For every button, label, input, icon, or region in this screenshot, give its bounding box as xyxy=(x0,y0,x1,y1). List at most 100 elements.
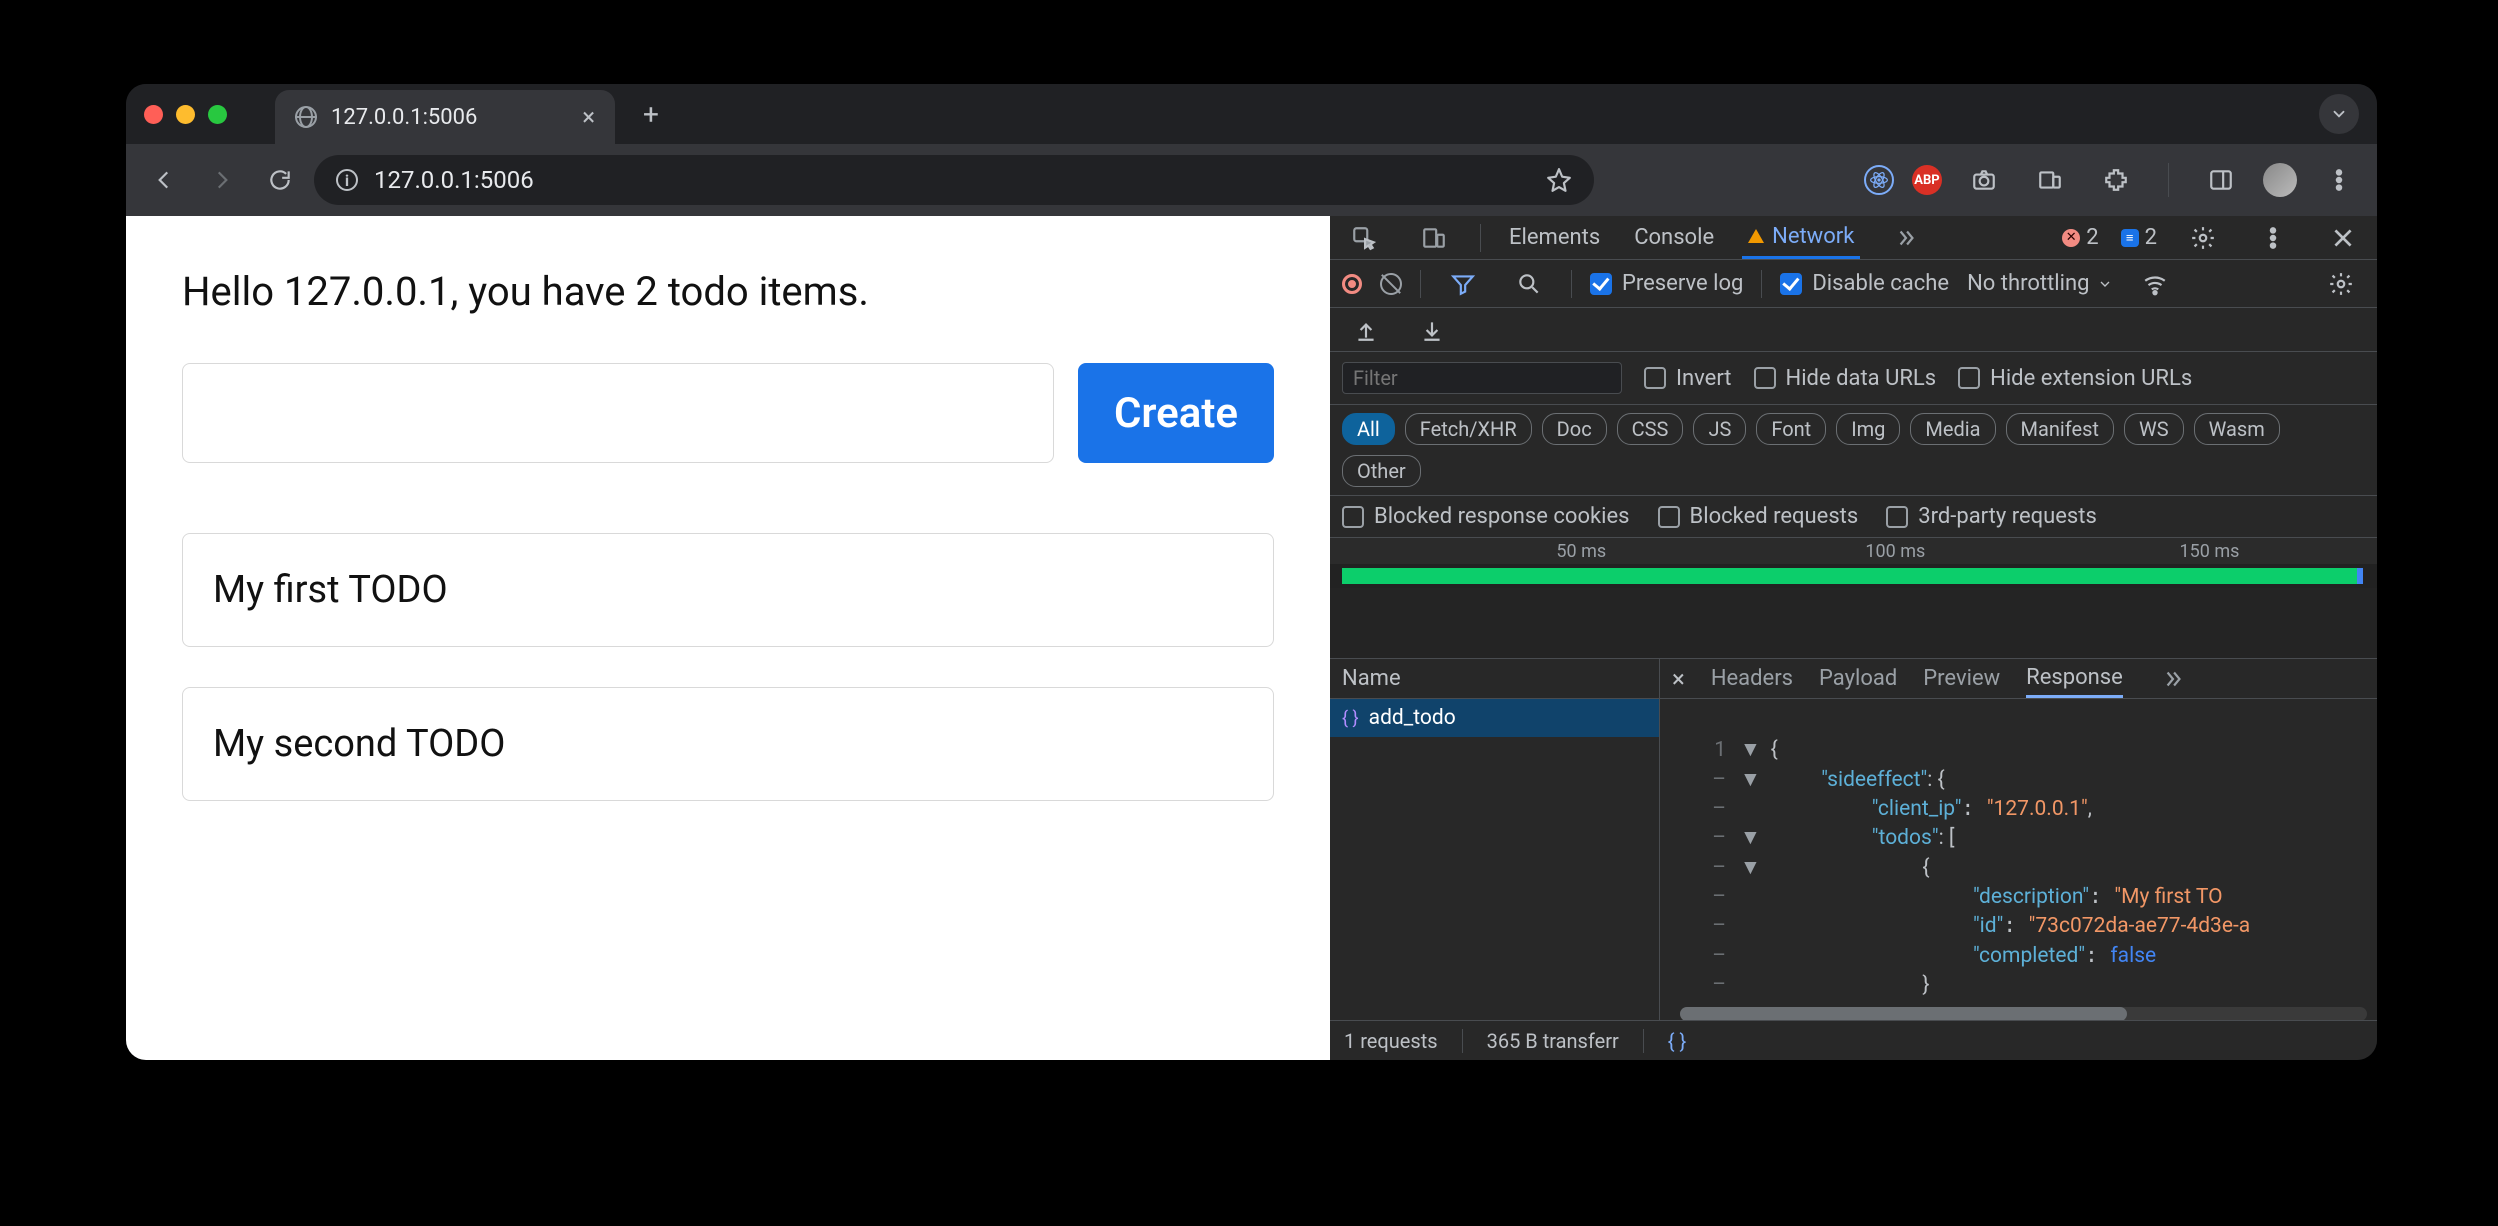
chip-media[interactable]: Media xyxy=(1910,413,1995,445)
response-body[interactable]: 1▼ { –▼ "sideeffect": { – "client_ip": "… xyxy=(1660,699,2377,1020)
tab-title: 127.0.0.1:5006 xyxy=(331,105,477,130)
more-response-tabs-icon[interactable] xyxy=(2149,655,2197,703)
download-har-icon[interactable] xyxy=(1408,306,1456,354)
adblock-icon[interactable]: ABP xyxy=(1912,165,1942,195)
wifi-icon[interactable] xyxy=(2131,260,2179,308)
chrome-menu-button[interactable] xyxy=(2315,156,2363,204)
page-heading: Hello 127.0.0.1, you have 2 todo items. xyxy=(182,268,1274,315)
chip-wasm[interactable]: Wasm xyxy=(2194,413,2280,445)
browser-window: 127.0.0.1:5006 × + i 127.0.0.1:5006 ABP xyxy=(126,84,2377,1060)
forward-button[interactable] xyxy=(198,156,246,204)
timeline-tick: 50 ms xyxy=(1556,541,1606,562)
tab-network[interactable]: Network xyxy=(1742,216,1860,259)
blocked-filter-row: Blocked response cookies Blocked request… xyxy=(1330,496,2377,538)
omnibox[interactable]: i 127.0.0.1:5006 xyxy=(314,155,1594,205)
timeline-tick: 150 ms xyxy=(2180,541,2240,562)
horizontal-scrollbar[interactable] xyxy=(1680,1007,2367,1020)
address-bar: i 127.0.0.1:5006 ABP xyxy=(126,144,2377,216)
request-list: Name { } add_todo xyxy=(1330,659,1660,1020)
minimize-window-button[interactable] xyxy=(176,105,195,124)
disable-cache-checkbox[interactable]: Disable cache xyxy=(1780,271,1949,296)
site-info-icon[interactable]: i xyxy=(336,169,358,191)
network-settings-icon[interactable] xyxy=(2317,260,2365,308)
chip-other[interactable]: Other xyxy=(1342,455,1421,487)
hide-data-urls-checkbox[interactable]: Hide data URLs xyxy=(1754,366,1937,391)
create-todo-form: Create xyxy=(182,363,1274,463)
chip-img[interactable]: Img xyxy=(1836,413,1900,445)
maximize-window-button[interactable] xyxy=(208,105,227,124)
filter-input[interactable] xyxy=(1342,362,1622,394)
response-tabstrip: × Headers Payload Preview Response xyxy=(1660,659,2377,699)
camera-icon[interactable] xyxy=(1960,156,2008,204)
react-devtools-icon[interactable] xyxy=(1864,165,1894,195)
chip-js[interactable]: JS xyxy=(1693,413,1746,445)
chip-manifest[interactable]: Manifest xyxy=(2006,413,2114,445)
tab-console[interactable]: Console xyxy=(1628,216,1720,259)
tab-search-button[interactable] xyxy=(2319,94,2359,134)
close-details-icon[interactable]: × xyxy=(1672,665,1685,693)
devices-icon[interactable] xyxy=(2026,156,2074,204)
close-devtools-icon[interactable] xyxy=(2319,214,2367,262)
extensions-icon[interactable] xyxy=(2092,156,2140,204)
upload-har-icon[interactable] xyxy=(1342,306,1390,354)
request-row[interactable]: { } add_todo xyxy=(1330,699,1659,737)
chip-css[interactable]: CSS xyxy=(1617,413,1684,445)
status-requests: 1 requests xyxy=(1344,1029,1438,1053)
search-icon[interactable] xyxy=(1505,260,1553,308)
request-name: add_todo xyxy=(1369,706,1456,730)
chip-fetch-xhr[interactable]: Fetch/XHR xyxy=(1405,413,1532,445)
timeline-tick: 100 ms xyxy=(1865,541,1925,562)
new-todo-input[interactable] xyxy=(182,363,1054,463)
new-tab-button[interactable]: + xyxy=(633,96,669,132)
filter-icon[interactable] xyxy=(1439,260,1487,308)
devtools-menu-icon[interactable] xyxy=(2249,214,2297,262)
messages-badge[interactable]: ≡2 xyxy=(2121,225,2157,250)
back-button[interactable] xyxy=(140,156,188,204)
side-panel-icon[interactable] xyxy=(2197,156,2245,204)
pretty-print-icon[interactable]: { } xyxy=(1668,1029,1687,1053)
browser-tab[interactable]: 127.0.0.1:5006 × xyxy=(275,90,615,144)
rendered-page: Hello 127.0.0.1, you have 2 todo items. … xyxy=(126,216,1330,1060)
preserve-log-checkbox[interactable]: Preserve log xyxy=(1590,271,1743,296)
invert-checkbox[interactable]: Invert xyxy=(1644,366,1732,391)
network-timeline[interactable]: 50 ms 100 ms 150 ms xyxy=(1330,538,2377,659)
bookmark-icon[interactable] xyxy=(1546,167,1572,193)
reload-button[interactable] xyxy=(256,156,304,204)
network-status-bar: 1 requests 365 B transferr { } xyxy=(1330,1020,2377,1060)
close-window-button[interactable] xyxy=(144,105,163,124)
profile-avatar[interactable] xyxy=(2263,163,2297,197)
tab-elements[interactable]: Elements xyxy=(1503,216,1606,259)
name-column-header[interactable]: Name xyxy=(1330,659,1659,699)
tab-headers[interactable]: Headers xyxy=(1711,666,1793,691)
chip-doc[interactable]: Doc xyxy=(1542,413,1607,445)
chip-font[interactable]: Font xyxy=(1756,413,1826,445)
network-split: Name { } add_todo × Headers Payload Prev… xyxy=(1330,659,2377,1020)
todo-item[interactable]: My first TODO xyxy=(182,533,1274,647)
blocked-requests-checkbox[interactable]: Blocked requests xyxy=(1658,504,1859,529)
record-button[interactable] xyxy=(1342,274,1362,294)
url-text: 127.0.0.1:5006 xyxy=(374,166,534,194)
inspect-icon[interactable] xyxy=(1340,214,1388,262)
tab-strip: 127.0.0.1:5006 × + xyxy=(126,84,2377,144)
hide-extension-urls-checkbox[interactable]: Hide extension URLs xyxy=(1958,366,2192,391)
errors-badge[interactable]: ✕2 xyxy=(2062,225,2098,250)
tab-preview[interactable]: Preview xyxy=(1923,666,2000,691)
throttling-select[interactable]: No throttling xyxy=(1967,271,2113,296)
third-party-checkbox[interactable]: 3rd-party requests xyxy=(1886,504,2097,529)
close-tab-button[interactable]: × xyxy=(582,105,595,129)
json-icon: { } xyxy=(1342,708,1359,729)
tab-response[interactable]: Response xyxy=(2026,659,2123,698)
chip-all[interactable]: All xyxy=(1342,413,1395,445)
create-button[interactable]: Create xyxy=(1078,363,1274,463)
tab-payload[interactable]: Payload xyxy=(1819,666,1897,691)
more-tabs-icon[interactable] xyxy=(1882,214,1930,262)
device-toggle-icon[interactable] xyxy=(1410,214,1458,262)
response-panel: × Headers Payload Preview Response 1▼ { … xyxy=(1660,659,2377,1020)
todo-item[interactable]: My second TODO xyxy=(182,687,1274,801)
blocked-cookies-checkbox[interactable]: Blocked response cookies xyxy=(1342,504,1630,529)
globe-icon xyxy=(295,106,317,128)
clear-button[interactable] xyxy=(1380,273,1402,295)
chip-ws[interactable]: WS xyxy=(2124,413,2184,445)
settings-icon[interactable] xyxy=(2179,214,2227,262)
extensions-area: ABP xyxy=(1864,156,2363,204)
